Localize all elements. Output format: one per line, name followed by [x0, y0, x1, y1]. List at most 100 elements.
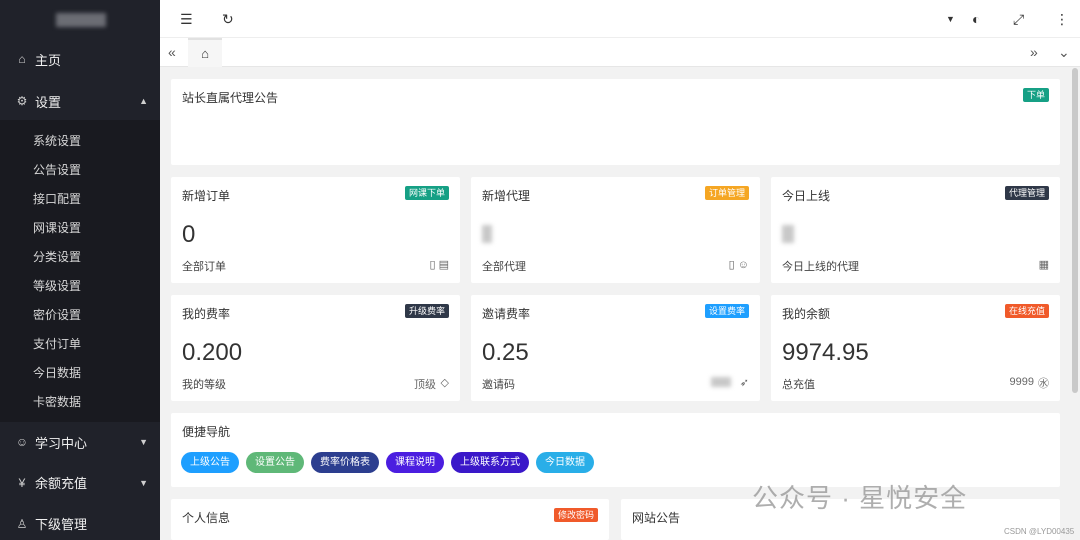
quicknav-button[interactable]: 上级公告 — [181, 452, 239, 473]
sidebar-item-label: 学习中心 — [35, 435, 88, 451]
stat-title: 新增订单 — [182, 189, 231, 203]
quicknav-card: 便捷导航 上级公告 设置公告 费率价格表 课程说明 上级联系方式 今日数据 — [171, 413, 1060, 487]
refresh-icon[interactable]: ↻ — [222, 11, 234, 28]
file-icon: ▯ ▤ — [429, 259, 449, 271]
caret-up-icon: ▲ — [139, 96, 148, 106]
quicknav-button[interactable]: 课程说明 — [386, 452, 444, 473]
stat-badge[interactable]: 订单管理 — [704, 186, 749, 200]
sidebar-item-label: 主页 — [35, 52, 62, 68]
diamond-icon: ◇ — [440, 377, 449, 389]
invite-code-redacted — [711, 377, 731, 387]
stat-badge[interactable]: 代理管理 — [1004, 186, 1049, 200]
stat-title: 今日上线 — [782, 189, 831, 203]
tabs-prev-icon[interactable]: « — [168, 44, 176, 60]
yen-icon: ¥ — [18, 475, 26, 490]
logo — [0, 0, 160, 40]
quicknav-button[interactable]: 上级联系方式 — [451, 452, 529, 473]
users-icon: ♙ — [16, 516, 28, 531]
yen-circle-icon: ㊌ — [1038, 378, 1049, 390]
theme-icon[interactable]: ◐ — [972, 11, 980, 27]
quicknav-buttons: 上级公告 设置公告 费率价格表 课程说明 上级联系方式 今日数据 — [181, 452, 601, 473]
tabs-menu-icon[interactable]: ⌄ — [1058, 44, 1070, 61]
sidebar-item-home[interactable]: ⌂ 主页 — [0, 40, 160, 78]
stat-card-rate: 我的费率 升级费率 0.200 我的等级 顶级 ◇ — [171, 295, 460, 401]
quicknav-button[interactable]: 今日数据 — [536, 452, 594, 473]
user-icon: ☺ — [15, 435, 29, 449]
stat-caption: 我的等级 — [182, 379, 226, 391]
personal-title: 个人信息 — [182, 511, 231, 525]
change-password-badge[interactable]: 修改密码 — [553, 508, 598, 522]
stat-caption: 全部代理 — [482, 261, 526, 273]
submenu-item[interactable]: 今日数据 — [0, 358, 160, 387]
scrollbar[interactable] — [1072, 68, 1078, 393]
personal-card: 个人信息 修改密码 — [171, 499, 609, 540]
submenu-item[interactable]: 等级设置 — [0, 271, 160, 300]
stat-caption: 邀请码 — [482, 379, 515, 391]
logo-image — [56, 13, 106, 27]
sidebar-item-learning[interactable]: ☺ 学习中心 ▼ — [0, 422, 160, 462]
grid-icon: ▦ — [1038, 259, 1049, 271]
send-icon: ➶ — [739, 377, 749, 389]
stat-card-invite: 邀请费率 设置费率 0.25 邀请码 ➶ — [471, 295, 760, 401]
stat-badge[interactable]: 网课下单 — [404, 186, 449, 200]
stat-title: 新增代理 — [482, 189, 531, 203]
tab-home[interactable]: ⌂ — [188, 38, 222, 67]
stat-value: 0 — [182, 221, 196, 248]
more-icon[interactable]: ⋮ — [1055, 11, 1069, 28]
stat-card-balance: 我的余额 在线充值 9974.95 总充值 9999 ㊌ — [771, 295, 1060, 401]
notice-card: 站长直属代理公告 下单 — [171, 79, 1060, 165]
tabs-next-icon[interactable]: » — [1030, 44, 1038, 60]
quicknav-button[interactable]: 设置公告 — [246, 452, 304, 473]
total-recharge-value: 9999 — [1009, 376, 1034, 388]
stat-badge[interactable]: 设置费率 — [704, 304, 749, 318]
submenu-item[interactable]: 分类设置 — [0, 242, 160, 271]
sidebar-item-recharge[interactable]: ¥ 余额充值 ▼ — [0, 462, 160, 503]
stat-title: 我的余额 — [782, 307, 831, 321]
stat-value: 0.200 — [182, 339, 243, 366]
stat-badge[interactable]: 在线充值 — [1004, 304, 1049, 318]
stat-caption: 全部订单 — [182, 261, 226, 273]
top-header: ☰ ↻ ▼ ◐ ⤢ ⋮ — [160, 0, 1080, 38]
level-value: 顶级 — [414, 379, 436, 391]
tabs-bar: « ⌂ » ⌄ — [160, 38, 1080, 67]
sidebar-item-label: 设置 — [35, 94, 62, 110]
stat-value: 0.25 — [482, 339, 529, 366]
submenu-item[interactable]: 支付订单 — [0, 329, 160, 358]
stat-value-redacted — [782, 225, 794, 243]
sidebar-item-subordinates[interactable]: ♙ 下级管理 — [0, 503, 160, 540]
home-icon: ⌂ — [201, 46, 209, 61]
stat-card-online: 今日上线 代理管理 今日上线的代理 ▦ — [771, 177, 1060, 283]
caret-down-icon: ▼ — [139, 437, 148, 447]
submenu-item[interactable]: 接口配置 — [0, 184, 160, 213]
notice-title: 站长直属代理公告 — [182, 91, 279, 105]
stat-card-orders: 新增订单 网课下单 0 全部订单 ▯ ▤ — [171, 177, 460, 283]
stat-caption: 总充值 — [782, 379, 815, 391]
stat-badge[interactable]: 升级费率 — [404, 304, 449, 318]
menu-fold-icon[interactable]: ☰ — [180, 11, 193, 28]
stat-title: 我的费率 — [182, 307, 231, 321]
sidebar-item-label: 余额充值 — [35, 476, 88, 491]
watermark: 公众号 · 星悦安全 — [752, 483, 968, 513]
caret-down-icon: ▼ — [139, 477, 148, 488]
gear-icon: ⚙ — [16, 94, 28, 108]
submenu-item[interactable]: 公告设置 — [0, 155, 160, 184]
caret-down-icon[interactable]: ▼ — [946, 14, 955, 24]
settings-submenu: 系统设置 公告设置 接口配置 网课设置 分类设置 等级设置 密价设置 支付订单 … — [0, 120, 160, 422]
quicknav-title: 便捷导航 — [182, 425, 231, 439]
stat-value-redacted — [482, 225, 492, 243]
site-notice-title: 网站公告 — [632, 511, 681, 525]
order-badge[interactable]: 下单 — [1022, 88, 1049, 102]
sidebar: ⌂ 主页 ⚙ 设置 ▲ 系统设置 公告设置 接口配置 网课设置 分类设置 等级设… — [0, 0, 160, 540]
submenu-item[interactable]: 系统设置 — [0, 126, 160, 155]
submenu-item[interactable]: 卡密数据 — [0, 387, 160, 416]
fullscreen-icon[interactable]: ⤢ — [1013, 11, 1024, 28]
watermark-small: CSDN @LYD00435 — [1004, 527, 1075, 536]
stat-title: 邀请费率 — [482, 307, 531, 321]
quicknav-button[interactable]: 费率价格表 — [311, 452, 379, 473]
user-icon: ▯ ☺ — [728, 259, 749, 271]
submenu-item[interactable]: 密价设置 — [0, 300, 160, 329]
submenu-item[interactable]: 网课设置 — [0, 213, 160, 242]
home-icon: ⌂ — [18, 52, 26, 66]
sidebar-item-settings[interactable]: ⚙ 设置 ▲ — [0, 82, 160, 120]
stat-card-agents: 新增代理 订单管理 全部代理 ▯ ☺ — [471, 177, 760, 283]
